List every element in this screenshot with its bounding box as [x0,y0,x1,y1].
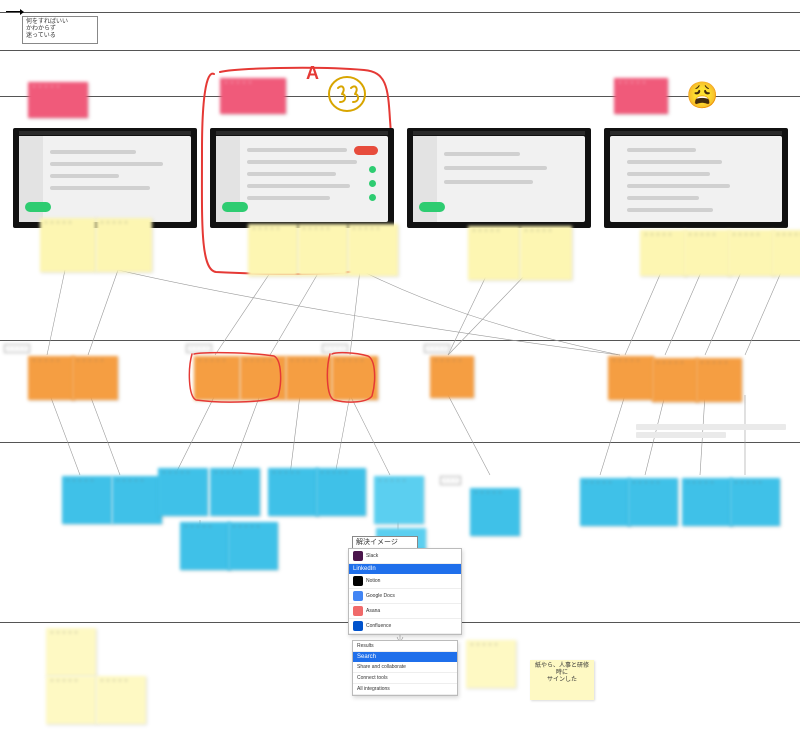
screenshot-1[interactable] [13,128,197,228]
panel2-r0[interactable]: Results [353,641,457,652]
app-asana[interactable]: Asana [366,608,380,614]
bl-8[interactable]: ・・・・・ [470,488,520,536]
bl-2[interactable]: ・・・・・ [112,476,162,524]
ink-orange-left [186,348,286,408]
app-notion[interactable]: Notion [366,578,380,584]
or-10[interactable]: ・・・・・ [696,358,742,402]
or-2[interactable]: ・・・・・ [72,356,118,400]
bl-3[interactable]: ・・・・・ [158,468,208,516]
y1-9[interactable]: ・・・・・ [684,230,730,276]
y1-6[interactable]: ・・・・・ [468,226,520,280]
app-confluence[interactable]: Confluence [366,623,391,629]
bl-7[interactable]: ・・・・・ [374,476,424,524]
y1-3[interactable]: ・・・・・ [248,224,298,276]
yb-4[interactable]: ・・・・・ [466,640,516,688]
bl-1[interactable]: ・・・・・ [62,476,112,524]
orange-tag-4: ・・・・ [424,344,450,353]
panel2-r3[interactable]: Connect tools [353,673,457,684]
orange-tag-1: ・・・・ [4,344,30,353]
panel2-r4[interactable]: All integrations [353,684,457,695]
bl-4[interactable]: ・・・・・ [210,468,260,516]
bl-6[interactable]: ・・・・・ [316,468,366,516]
blue-side-label: ・・・ [440,476,461,485]
pink-note-3[interactable]: ・・・・・ [614,78,668,114]
yb-3[interactable]: ・・・・・ [96,676,146,724]
app-gdocs[interactable]: Google Docs [366,593,395,599]
y1-4[interactable]: ・・・・・ [298,224,348,276]
ink-circle-55 [326,74,368,114]
or-7[interactable]: ・・・・・ [430,356,474,398]
bl-12[interactable]: ・・・・・ [730,478,780,526]
bl-13[interactable]: ・・・・・ [180,522,230,570]
y1-5[interactable]: ・・・・・ [348,224,398,276]
context-label: 何をすればいい かわからず 迷っている [22,16,98,44]
pink-note-1[interactable]: ・・・・・ [28,82,88,118]
y1-11[interactable]: ・・・・・ [772,230,800,276]
result-panel[interactable]: Results Search Share and collaborate Con… [352,640,458,696]
timeline-arrow [6,11,20,12]
app-linkedin[interactable]: LinkedIn [353,566,376,572]
bl-14[interactable]: ・・・・・ [228,522,278,570]
or-1[interactable]: ・・・・・ [28,356,74,400]
tool-picker-panel[interactable]: Slack LinkedIn Notion Google Docs Asana … [348,548,462,635]
bl-10[interactable]: ・・・・・ [628,478,678,526]
screenshot-3[interactable] [407,128,591,228]
bl-11[interactable]: ・・・・・ [682,478,732,526]
y1-2[interactable]: ・・・・・ [96,218,152,272]
panel2-r2[interactable]: Share and collaborate [353,662,457,673]
screenshot-4[interactable] [604,128,788,228]
weary-face-emoji: 😩 [686,82,718,108]
y1-7[interactable]: ・・・・・ [520,226,572,280]
bl-9[interactable]: ・・・・・ [580,478,630,526]
yb-5[interactable]: 紙やら、人事と研修時に サインした [530,660,594,700]
app-slack[interactable]: Slack [366,553,378,559]
screenshot-2[interactable] [210,128,394,228]
y1-10[interactable]: ・・・・・ [728,230,774,276]
ink-orange-right [324,348,380,408]
or-9[interactable]: ・・・・・ [652,358,698,402]
y1-8[interactable]: ・・・・・ [640,230,686,276]
yb-1[interactable]: ・・・・・ [46,628,96,676]
bl-5[interactable]: ・・・・・ [268,468,318,516]
ink-label-a: A [306,62,319,85]
y1-1[interactable]: ・・・・・ [40,218,96,272]
panel2-hl[interactable]: Search [353,652,457,662]
yb-2[interactable]: ・・・・・ [46,676,96,724]
or-8[interactable]: ・・・・・ [608,356,654,400]
